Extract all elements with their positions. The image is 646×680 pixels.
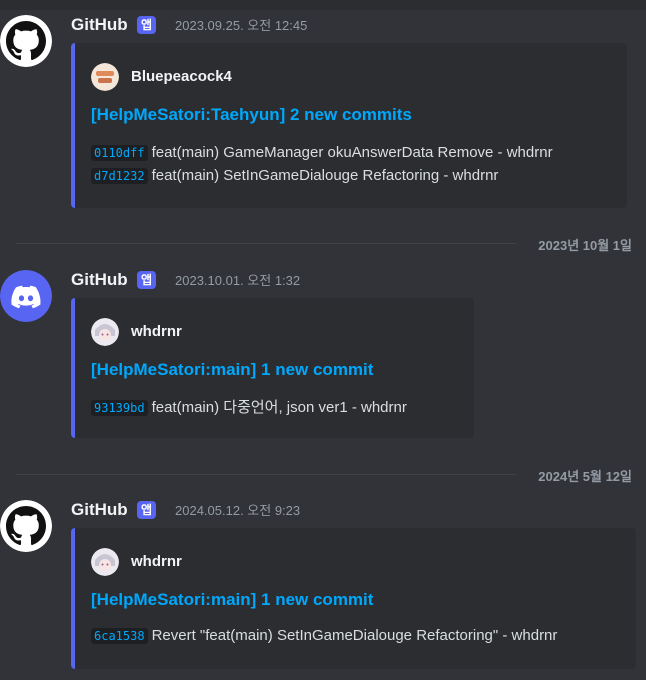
author-avatar [91,548,119,576]
embed-author-name[interactable]: whdrnr [131,553,182,570]
github-icon[interactable] [0,500,52,552]
author-avatar [91,63,119,91]
commit-hash-link[interactable]: 0110dff [91,145,148,161]
embed-title-link[interactable]: [HelpMeSatori:main] 1 new commit [91,590,373,610]
app-badge: 앱 [137,501,157,519]
timestamp: 2023.10.01. 오전 1:32 [175,273,301,288]
date-divider-label: 2024년 5월 12일 [538,469,632,484]
commit-hash-link[interactable]: 6ca1538 [91,628,148,644]
date-divider-line [16,474,516,475]
embed-title-link[interactable]: [HelpMeSatori:Taehyun] 2 new commits [91,105,412,125]
commit-line: d7d1232 feat(main) SetInGameDialouge Refa… [91,167,498,184]
commit-embed: whdrnr [HelpMeSatori:main] 1 new commit … [71,528,636,669]
app-badge: 앱 [137,271,157,289]
commit-line: 6ca1538 Revert "feat(main) SetInGameDialo… [91,627,557,644]
author-name[interactable]: GitHub [71,15,128,35]
commit-message: feat(main) 다중언어, json ver1 - whdrnr [151,399,407,416]
author-avatar [91,318,119,346]
discord-icon[interactable] [0,270,52,322]
app-badge: 앱 [137,16,157,34]
date-divider-line [16,243,516,244]
author-name[interactable]: GitHub [71,270,128,290]
commit-message: feat(main) GameManager okuAnswerData Rem… [151,144,553,161]
embed-title-link[interactable]: [HelpMeSatori:main] 1 new commit [91,360,373,380]
embed-author-name[interactable]: whdrnr [131,323,182,340]
commit-embed: Bluepeacock4 [HelpMeSatori:Taehyun] 2 ne… [71,43,627,208]
timestamp: 2024.05.12. 오전 9:23 [175,503,301,518]
author-name[interactable]: GitHub [71,500,128,520]
commit-line: 93139bd feat(main) 다중언어, json ver1 - whdr… [91,396,407,417]
commit-message: feat(main) SetInGameDialouge Refactoring… [151,167,499,184]
commit-hash-link[interactable]: d7d1232 [91,168,148,184]
github-icon[interactable] [0,15,52,67]
previous-message-strip [0,0,646,10]
commit-embed: whdrnr [HelpMeSatori:main] 1 new commit … [71,298,474,438]
embed-author-name[interactable]: Bluepeacock4 [131,68,232,85]
commit-line: 0110dff feat(main) GameManager okuAnswerD… [91,144,553,161]
date-divider-label: 2023년 10월 1일 [538,238,632,253]
timestamp: 2023.09.25. 오전 12:45 [175,18,308,33]
commit-message: Revert "feat(main) SetInGameDialouge Ref… [151,627,558,644]
commit-hash-link[interactable]: 93139bd [91,400,148,416]
